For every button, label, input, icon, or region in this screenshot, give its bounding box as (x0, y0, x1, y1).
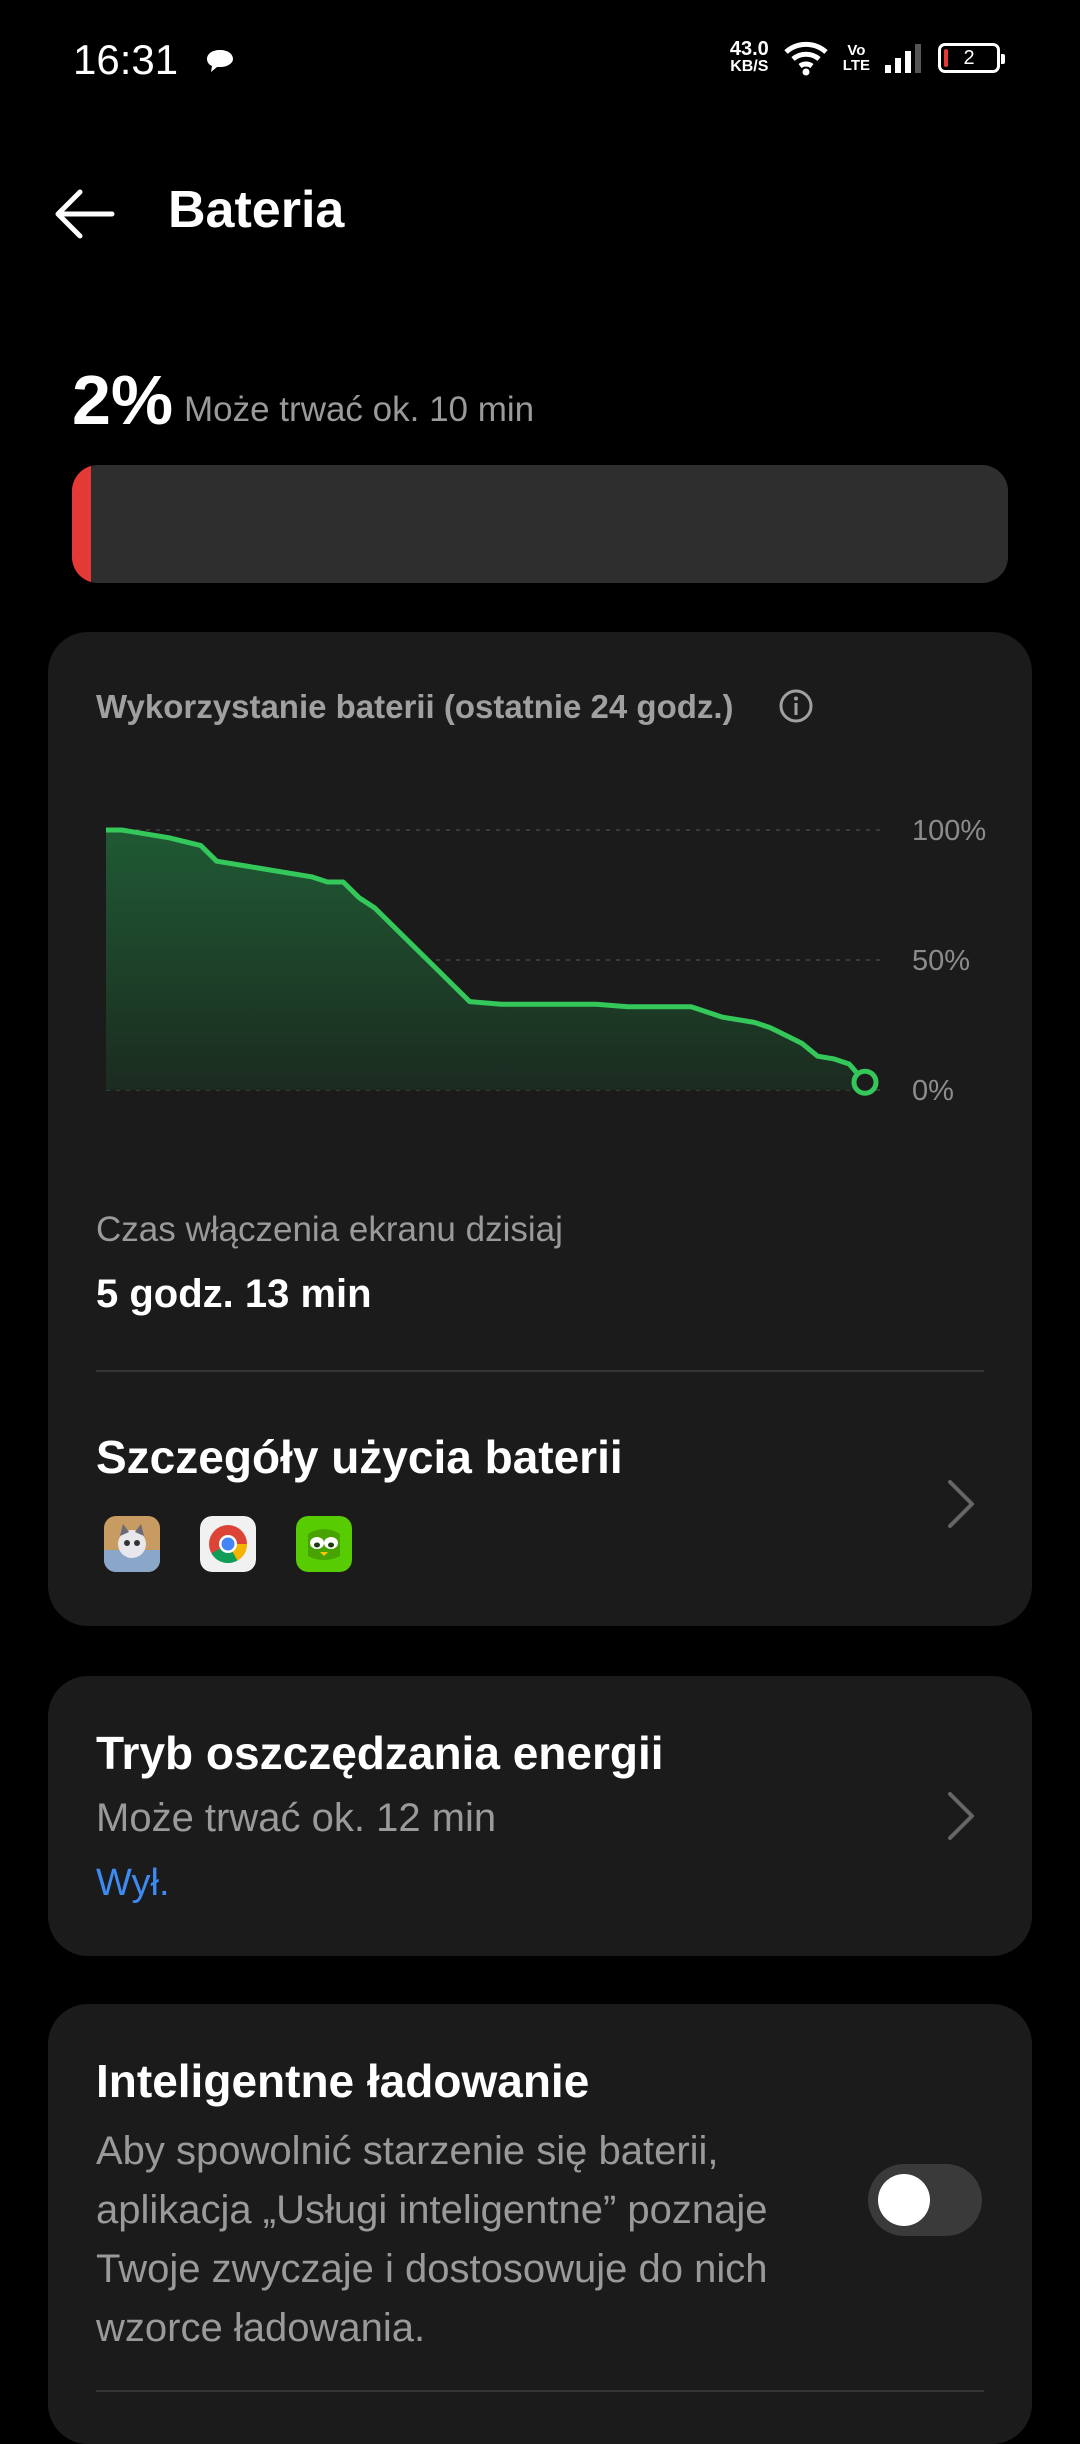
smart-charging-toggle[interactable] (868, 2164, 982, 2236)
power-saving-estimate: Może trwać ok. 12 min (96, 1796, 497, 1840)
volte-bottom: LTE (842, 57, 870, 74)
network-speed-value: 43.0 (729, 38, 769, 60)
game-app-icon (104, 1516, 160, 1572)
battery-icon-level: 2 (963, 47, 975, 69)
y-tick-label: 100% (912, 815, 986, 847)
power-saving-card[interactable]: Tryb oszczędzania energii Może trwać ok.… (48, 1676, 1032, 1956)
usage-area (106, 830, 865, 1090)
y-tick-label: 50% (912, 945, 970, 977)
battery-level-fill (72, 465, 91, 583)
usage-chart-title: Wykorzystanie baterii (ostatnie 24 godz.… (96, 688, 734, 725)
battery-level-bar (72, 465, 1008, 583)
back-arrow-icon[interactable] (50, 186, 120, 242)
chrome-icon (200, 1516, 256, 1572)
network-speed-unit: KB/S (730, 58, 769, 75)
y-tick-label: 0% (912, 1075, 954, 1102)
toggle-knob (878, 2174, 930, 2226)
page-title: Bateria (168, 181, 345, 239)
battery-usage-details-title[interactable]: Szczegóły użycia baterii (96, 1430, 623, 1484)
message-icon (207, 50, 233, 72)
duolingo-icon (296, 1516, 352, 1572)
screen-on-value: 5 godz. 13 min (96, 1272, 372, 1316)
battery-percent: 2% (72, 361, 174, 439)
divider (96, 1370, 984, 1372)
divider (96, 2390, 984, 2392)
smart-charging-description: Aby spowolnić starzenie się baterii, apl… (96, 2129, 768, 2350)
battery-usage-card: Wykorzystanie baterii (ostatnie 24 godz.… (48, 632, 1032, 1626)
signal-icon (885, 44, 921, 73)
smart-charging-title: Inteligentne ładowanie (96, 2055, 590, 2107)
status-bar: 16:31 43.0 KB/S Vo LTE 2 (0, 0, 1080, 124)
battery-icon: 2 (938, 43, 1005, 73)
battery-icon-nub (1001, 54, 1005, 64)
network-speed: 43.0 KB/S (729, 38, 769, 76)
volte-icon: Vo LTE (843, 43, 870, 73)
chevron-right-icon[interactable] (946, 1790, 976, 1842)
wifi-icon (784, 41, 828, 76)
smart-charging-card: Inteligentne ładowanie Aby spowolnić sta… (48, 2004, 1032, 2444)
status-time: 16:31 (73, 36, 179, 83)
battery-usage-chart: 100%50%0% 20:0000:0004:0008:0012:0016:00 (106, 815, 986, 1102)
screen-on-label: Czas włączenia ekranu dzisiaj (96, 1210, 563, 1249)
battery-estimate: Może trwać ok. 10 min (184, 390, 535, 429)
power-saving-state: Wył. (96, 1862, 170, 1904)
current-level-point (851, 1068, 879, 1096)
chevron-right-icon[interactable] (946, 1478, 976, 1530)
status-icons: 43.0 KB/S Vo LTE 2 (729, 38, 1005, 76)
power-saving-title[interactable]: Tryb oszczędzania energii (96, 1726, 664, 1780)
app-icons (104, 1516, 352, 1572)
info-icon[interactable] (778, 688, 814, 724)
